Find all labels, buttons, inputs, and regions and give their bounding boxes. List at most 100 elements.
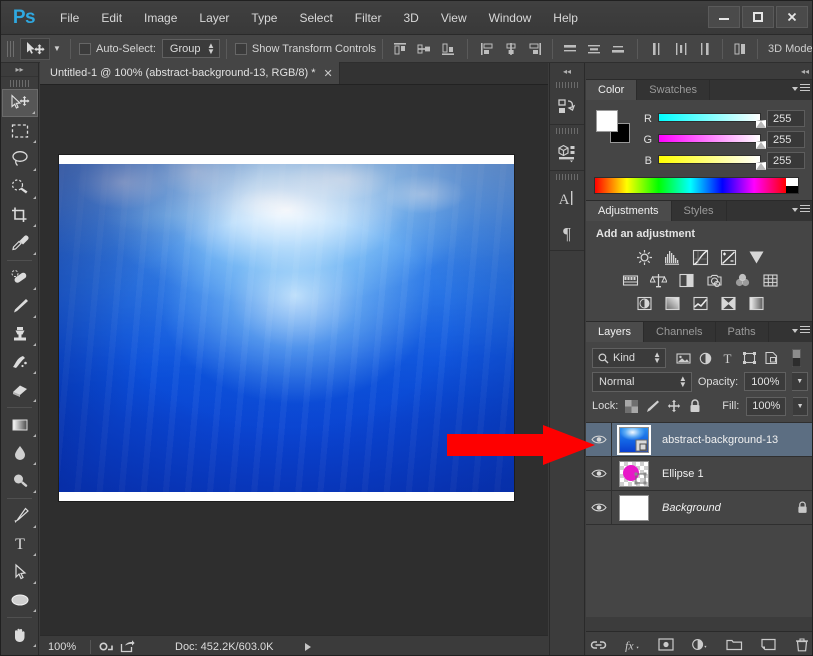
auto-align-layers-icon[interactable] [729,38,751,60]
history-panel-icon[interactable] [550,90,584,124]
exposure-icon[interactable] [717,247,739,267]
delete-layer-icon[interactable] [793,636,811,654]
brightness-contrast-icon[interactable] [633,247,655,267]
options-bar-grip[interactable] [7,40,16,57]
share-on-behance-icon[interactable] [120,640,135,653]
filter-pixel-icon[interactable] [675,349,691,367]
hue-saturation-icon[interactable] [619,270,641,290]
preview-settings-icon[interactable] [99,640,114,653]
layer-visibility-toggle[interactable] [586,490,612,525]
threshold-icon[interactable] [689,293,711,313]
fill-value[interactable]: 100% [746,396,787,416]
filter-adjustment-icon[interactable] [697,349,713,367]
artboard[interactable] [59,155,514,501]
distribute-horizontal-centers-icon[interactable] [670,38,692,60]
tools-grip[interactable] [1,77,38,89]
color-balance-icon[interactable] [647,270,669,290]
filter-type-icon[interactable]: T [719,349,735,367]
ellipse-tool[interactable] [2,586,38,614]
dock-grip-3[interactable] [550,171,584,182]
filter-smart-object-icon[interactable] [763,349,779,367]
document-tab[interactable]: Untitled-1 @ 100% (abstract-background-1… [40,62,340,84]
menu-file[interactable]: File [49,7,90,29]
hand-tool[interactable] [2,621,38,649]
channel-slider-g[interactable] [658,134,766,149]
channel-slider-r[interactable] [658,113,766,128]
spot-healing-brush-tool[interactable] [2,264,38,292]
menu-window[interactable]: Window [478,7,543,29]
layer-visibility-toggle[interactable] [586,422,612,457]
layers-panel-menu-icon[interactable] [792,326,810,335]
layer-name[interactable]: Background [656,502,790,514]
opacity-value[interactable]: 100% [744,372,787,391]
photo-filter-icon[interactable] [703,270,725,290]
curves-icon[interactable] [689,247,711,267]
horizontal-type-tool[interactable]: T [2,530,38,558]
menu-help[interactable]: Help [542,7,589,29]
slider-thumb-icon[interactable] [756,141,766,149]
close-button[interactable] [776,6,808,28]
new-group-icon[interactable] [725,636,743,654]
lasso-tool[interactable] [2,145,38,173]
align-bottom-edges-icon[interactable] [437,38,459,60]
tool-preset-chevron-down-icon[interactable]: ▼ [50,38,64,60]
posterize-icon[interactable] [661,293,683,313]
move-tool[interactable] [1,89,38,117]
layer-thumbnail[interactable] [617,424,651,455]
tab-channels[interactable]: Channels [644,322,716,342]
path-selection-tool[interactable] [2,558,38,586]
brush-tool[interactable] [2,292,38,320]
right-dock-collapse-icon[interactable]: ◂◂ [586,63,812,79]
distribute-right-edges-icon[interactable] [694,38,716,60]
channel-value-g[interactable]: 255 [767,131,805,148]
channel-mixer-icon[interactable] [731,270,753,290]
align-top-edges-icon[interactable] [389,38,411,60]
layer-thumbnail-cell[interactable] [612,423,656,457]
table-row[interactable]: Background [586,490,812,525]
distribute-top-edges-icon[interactable] [559,38,581,60]
layer-thumbnail-cell[interactable] [612,457,656,491]
layer-visibility-toggle[interactable] [586,456,612,491]
spectrum-strip[interactable] [595,178,786,193]
opacity-chevron-down-icon[interactable]: ▼ [792,372,808,391]
menu-type[interactable]: Type [240,7,288,29]
align-left-edges-icon[interactable] [476,38,498,60]
distribute-vertical-centers-icon[interactable] [583,38,605,60]
document-tab-close-icon[interactable]: ✕ [324,67,333,80]
3d-panel-icon[interactable] [550,136,584,170]
gradient-tool[interactable] [2,411,38,439]
vibrance-icon[interactable] [745,247,767,267]
layer-thumbnail[interactable] [619,460,649,487]
dock-collapse-icon[interactable]: ◂◂ [550,63,584,79]
paragraph-panel-icon[interactable]: ¶ [550,216,584,250]
dock-grip-1[interactable] [550,79,584,90]
auto-select-checkbox[interactable] [79,42,91,55]
tab-adjustments[interactable]: Adjustments [586,201,672,221]
adjustments-panel-menu-icon[interactable] [792,205,810,214]
menu-select[interactable]: Select [288,7,343,29]
levels-icon[interactable] [661,247,683,267]
channel-slider-b[interactable] [658,155,766,170]
tab-layers[interactable]: Layers [586,322,645,342]
lock-image-icon[interactable] [645,399,660,414]
layer-mask-icon[interactable] [657,636,675,654]
layer-name[interactable]: abstract-background-13 [656,434,812,446]
color-spectrum-ramp[interactable] [594,177,799,194]
layer-thumbnail-cell[interactable] [612,491,656,525]
layer-name[interactable]: Ellipse 1 [656,468,812,480]
eraser-tool[interactable] [2,376,38,404]
invert-icon[interactable] [633,293,655,313]
menu-edit[interactable]: Edit [90,7,133,29]
gradient-map-icon[interactable] [745,293,767,313]
table-row[interactable]: abstract-background-13 [586,422,812,457]
selective-color-icon[interactable] [717,293,739,313]
layer-styles-fx-icon[interactable]: fx [623,636,641,654]
eyedropper-tool[interactable] [2,229,38,257]
menu-layer[interactable]: Layer [188,7,240,29]
clone-stamp-tool[interactable] [2,320,38,348]
layer-filter-kind-select[interactable]: Kind ▲ ▼ [592,348,666,368]
menu-3d[interactable]: 3D [392,7,429,29]
layer-thumbnail[interactable] [619,494,649,521]
menu-filter[interactable]: Filter [344,7,393,29]
align-horizontal-centers-icon[interactable] [500,38,522,60]
